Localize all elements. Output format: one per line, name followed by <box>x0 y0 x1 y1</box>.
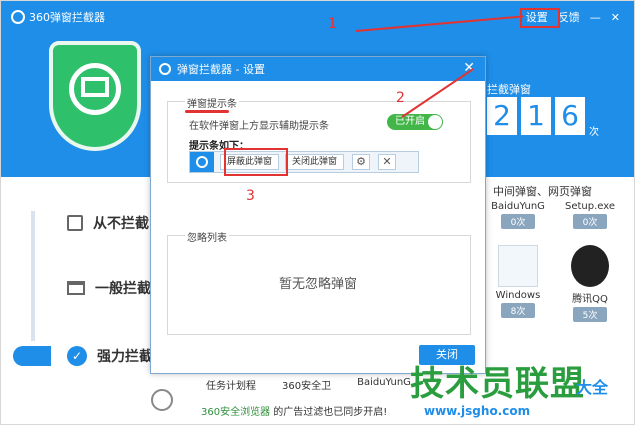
qq-penguin-icon <box>571 245 609 287</box>
dialog-titlebar: 弹窗拦截器 - 设置 <box>151 57 485 81</box>
watermark-url: www.jsgho.com <box>424 404 531 418</box>
note-text: 的广告过滤也已同步开启! <box>273 407 388 418</box>
annotation-number: 1 <box>328 16 337 32</box>
counter-digit: 2 <box>487 97 517 135</box>
mode-label: 一般拦截 <box>95 281 151 297</box>
mode-slider-handle[interactable] <box>13 346 51 366</box>
group-title: 忽略列表 <box>185 229 229 244</box>
close-popup-button[interactable]: 关闭此弹窗 <box>285 154 345 170</box>
mode-label: 从不拦截 <box>93 216 149 232</box>
settings-dialog: 弹窗拦截器 - 设置 ✕ 弹窗提示条 在软件弹窗上方显示辅助提示条 已开启 提示… <box>150 56 486 374</box>
titlebar: 360弹窗拦截器 <box>11 9 105 25</box>
feedback-link[interactable]: 反馈 <box>558 9 580 25</box>
counter-digit: 6 <box>555 97 585 135</box>
watermark-right: 大全 <box>576 378 609 397</box>
browser-link[interactable]: 360安全浏览器 <box>201 407 270 418</box>
check-circle-icon: ✓ <box>67 346 87 366</box>
mode-slider-track[interactable] <box>31 211 35 341</box>
shield-icon <box>49 41 141 151</box>
checkbox-icon <box>67 215 83 231</box>
app-tile[interactable]: 腾讯QQ 5次 <box>559 245 621 322</box>
annotation-number: 3 <box>246 188 255 204</box>
mode-label: 强力拦截 <box>97 349 153 365</box>
watermark-logo: 技术员联盟 <box>410 364 585 404</box>
bottom-app-item[interactable]: BaiduYunG <box>357 377 411 392</box>
document-icon <box>498 245 538 287</box>
tip-bar-toggle[interactable]: 已开启 <box>387 114 443 130</box>
close-button[interactable]: ✕ <box>611 11 620 24</box>
ignore-list-empty: 暂无忽略弹窗 <box>278 277 357 292</box>
gear-icon[interactable]: ⚙ <box>352 154 371 170</box>
window-block-icon <box>81 77 109 97</box>
app-count: 0次 <box>500 214 536 229</box>
app-name: 腾讯QQ <box>572 294 608 305</box>
bottom-note: 360安全浏览器 的广告过滤也已同步开启! <box>201 403 387 418</box>
mode-normal[interactable]: 一般拦截 <box>67 278 151 298</box>
group-title: 弹窗提示条 <box>185 95 239 110</box>
close-icon[interactable]: ✕ <box>378 154 397 170</box>
counter-label: 拦截弹窗 <box>487 83 531 96</box>
app-tile[interactable]: BaiduYunG 0次 <box>487 201 549 229</box>
app-count: 5次 <box>572 307 608 322</box>
right-panel-heading: 中间弹窗、网页弹窗 <box>493 185 592 198</box>
block-counter: 2 1 6 <box>487 97 585 135</box>
app-name: BaiduYunG <box>491 201 545 212</box>
tip-bar-description: 在软件弹窗上方显示辅助提示条 <box>189 121 329 132</box>
bottom-app-item[interactable]: 360安全卫 <box>282 377 331 392</box>
app-tile[interactable]: Windows 8次 <box>487 245 549 318</box>
bottom-app-row: 任务计划程 360安全卫 BaiduYunG <box>206 377 411 392</box>
block-logo-icon <box>190 152 214 172</box>
app-logo-icon <box>11 10 25 24</box>
app-count: 8次 <box>500 303 536 318</box>
mode-never[interactable]: 从不拦截 <box>67 213 149 233</box>
counter-unit: 次 <box>589 127 599 138</box>
annotation-number: 2 <box>396 90 405 106</box>
window-icon <box>67 281 85 295</box>
counter-digit: 1 <box>521 97 551 135</box>
app-name: Windows <box>495 290 541 301</box>
dialog-title: 弹窗拦截器 - 设置 <box>177 63 265 76</box>
annotation-box <box>224 148 288 176</box>
app-count: 0次 <box>572 214 608 229</box>
annotation-underline <box>185 110 229 113</box>
toggle-knob <box>428 115 442 129</box>
app-tile[interactable]: Setup.exe 0次 <box>559 201 621 229</box>
mode-strong[interactable]: ✓ 强力拦截 <box>67 346 153 366</box>
bottom-app-item[interactable]: 任务计划程 <box>206 377 256 392</box>
toggle-label: 已开启 <box>395 116 425 127</box>
app-name: Setup.exe <box>564 201 616 212</box>
app-title: 360弹窗拦截器 <box>29 11 105 24</box>
block-add-icon[interactable] <box>151 389 173 411</box>
app-logo-icon <box>159 63 171 75</box>
annotation-box <box>520 8 560 28</box>
minimize-button[interactable]: — <box>590 11 601 24</box>
